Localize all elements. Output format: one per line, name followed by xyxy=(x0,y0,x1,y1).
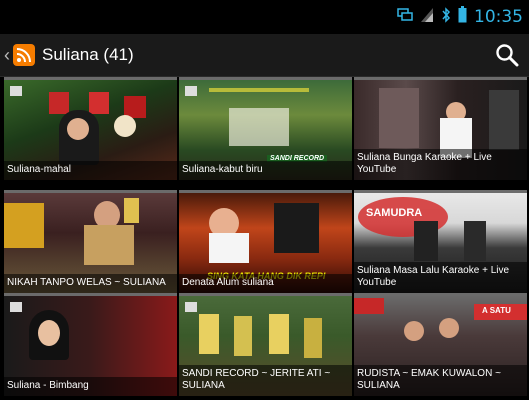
chevron-left-icon: ‹ xyxy=(4,45,10,65)
video-title: RUDISTA ~ EMAK KUWALON ~ SULIANA xyxy=(354,365,527,396)
action-bar: ‹ Suliana (41) xyxy=(0,34,529,77)
video-title: Suliana Masa Lalu Karaoke + Live YouTube xyxy=(354,262,527,293)
video-title: Suliana-kabut biru xyxy=(179,161,352,180)
video-tile[interactable]: A SATU RUDISTA ~ EMAK KUWALON ~ SULIANA xyxy=(354,293,527,396)
video-grid: Suliana-mahal SANDI RECORD Suliana-kabut… xyxy=(0,77,529,400)
video-title: Denata Alum suliana xyxy=(179,274,352,293)
video-tile[interactable]: SANDI RECORD Suliana-kabut biru xyxy=(179,77,352,180)
video-title: NIKAH TANPO WELAS ~ SULIANA xyxy=(4,274,177,293)
battery-icon xyxy=(458,6,467,28)
signal-icon xyxy=(420,7,434,28)
video-tile[interactable]: SAMUDRA Suliana Masa Lalu Karaoke + Live… xyxy=(354,190,527,293)
status-time: 10:35 xyxy=(474,7,523,27)
video-tile[interactable]: SING KATA HANG DIK REPI Denata Alum suli… xyxy=(179,190,352,293)
video-tile[interactable]: NIKAH TANPO WELAS ~ SULIANA xyxy=(4,190,177,293)
bluetooth-icon xyxy=(441,6,451,28)
video-tile[interactable]: Suliana-mahal xyxy=(4,77,177,180)
video-title: SANDI RECORD ~ JERITE ATI ~ SULIANA xyxy=(179,365,352,396)
thumbnail-banner: A SATU xyxy=(482,306,511,315)
video-title: Suliana - Bimbang xyxy=(4,377,177,396)
page-title: Suliana (41) xyxy=(42,45,134,64)
screenshot-notification-icon xyxy=(397,7,413,27)
status-icons: 10:35 xyxy=(397,6,523,28)
video-title: Suliana Bunga Karaoke + Live YouTube xyxy=(354,149,527,180)
thumbnail-banner: SAMUDRA xyxy=(366,207,423,219)
video-title: Suliana-mahal xyxy=(4,161,177,180)
video-tile[interactable]: Suliana - Bimbang xyxy=(4,293,177,396)
search-button[interactable] xyxy=(495,43,519,67)
rss-feed-icon xyxy=(13,44,35,66)
status-bar: 10:35 xyxy=(0,0,529,34)
up-navigation-button[interactable]: ‹ xyxy=(0,34,35,76)
video-tile[interactable]: Suliana Bunga Karaoke + Live YouTube xyxy=(354,77,527,180)
search-icon xyxy=(495,44,519,71)
video-tile[interactable]: SANDI RECORD ~ JERITE ATI ~ SULIANA xyxy=(179,293,352,396)
